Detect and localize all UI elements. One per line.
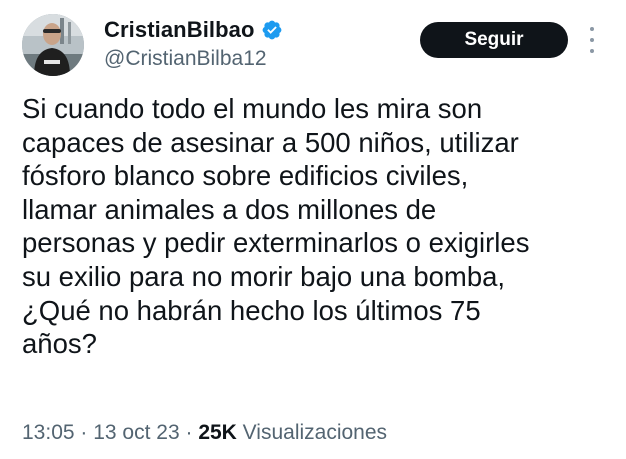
author-handle[interactable]: @CristianBilba12 [104,47,267,71]
tweet-card: CristianBilbao @CristianBilba12 Seguir S… [0,0,626,459]
tweet-date[interactable]: 13 oct 23 [93,421,179,444]
more-dot [590,27,594,31]
tweet-text-line: capaces de asesinar a 500 niños, utiliza… [22,126,519,158]
avatar-photo-icon [22,14,84,76]
more-options-icon[interactable] [587,27,597,53]
views-count: 25K [198,421,243,444]
more-dot [590,49,594,53]
views-label: Visualizaciones [242,421,388,444]
author-display-name[interactable]: CristianBilbao [104,17,255,43]
tweet-text-line: llamar animales a dos millones de [22,193,437,225]
tweet-text: Si cuando todo el mundo les mira son cap… [22,92,602,361]
author-name-row: CristianBilbao [104,16,283,44]
tweet-text-line: su exilio para no morir bajo una bomba, [22,260,506,292]
tweet-text-line: fósforo blanco sobre edificios civiles, [22,160,469,192]
tweet-meta: 13:05 · 13 oct 23 · 25K Visualizaciones [22,421,387,445]
more-dot [590,38,594,42]
tweet-text-line: personas y pedir exterminarlos o exigirl… [22,227,530,259]
avatar[interactable] [22,14,84,76]
meta-separator: · [185,421,199,444]
tweet-text-line: Si cuando todo el mundo les mira son [22,93,483,124]
follow-button[interactable]: Seguir [420,22,568,58]
tweet-text-line: ¿Qué no habrán hecho los últimos 75 [22,294,481,326]
tweet-time[interactable]: 13:05 [22,421,75,444]
verified-badge-icon [261,19,283,41]
tweet-text-line: años? [22,328,97,360]
meta-separator: · [80,421,94,444]
